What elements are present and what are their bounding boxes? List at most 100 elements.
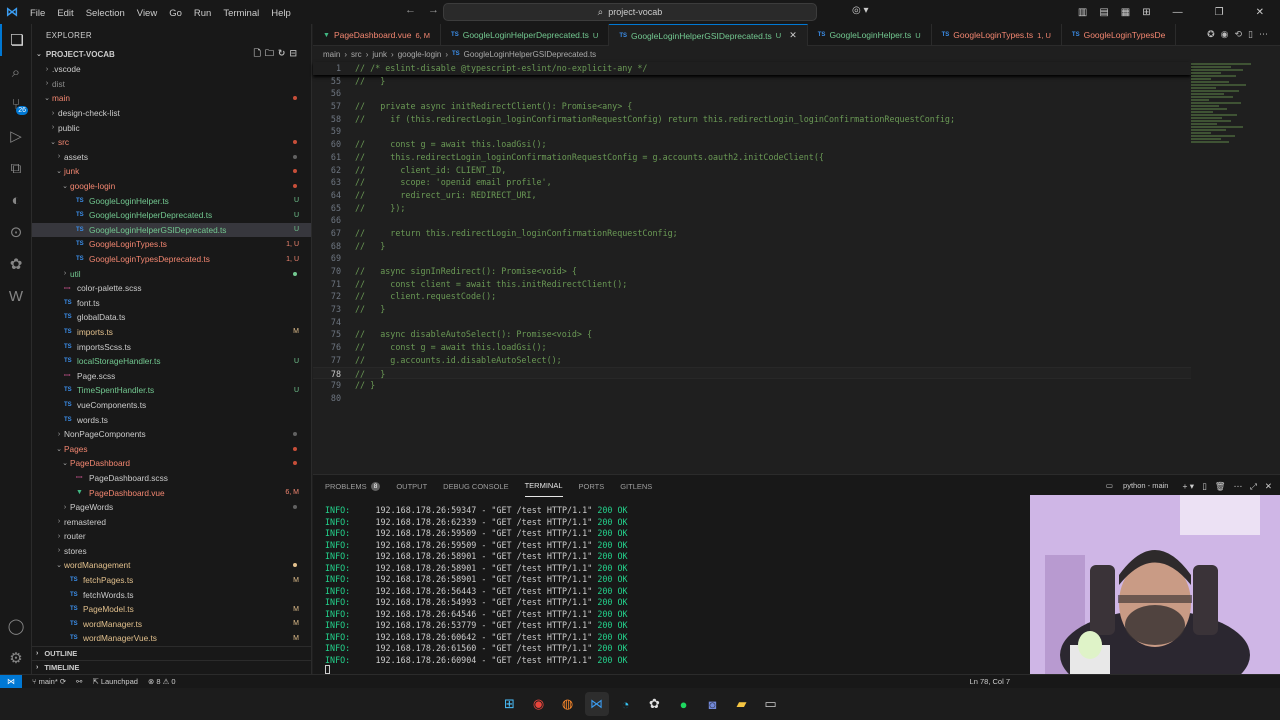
spotify-icon[interactable]: ●	[672, 692, 696, 716]
editor-tab[interactable]: TS GoogleLoginHelper.ts U	[808, 24, 932, 46]
launchpad-item[interactable]: ⇱ Launchpad	[92, 677, 138, 686]
code-line[interactable]: 80	[313, 392, 1191, 405]
breadcrumb-item[interactable]: junk	[372, 50, 387, 59]
tree-folder[interactable]: › assets	[32, 150, 311, 165]
close-panel-icon[interactable]: ✕	[1265, 481, 1272, 492]
code-line[interactable]: 78 // }	[313, 366, 1191, 380]
code-line[interactable]: 64 // redirect_uri: REDIRECT_URI,	[313, 189, 1191, 202]
code-line[interactable]: 73 // }	[313, 303, 1191, 316]
tree-folder[interactable]: › util	[32, 266, 311, 281]
tree-file[interactable]: TS PageModel.ts M	[32, 602, 311, 617]
editor-tab[interactable]: TS GoogleLoginHelperDeprecated.ts U	[441, 24, 610, 46]
tree-file[interactable]: TS GoogleLoginTypesDeprecated.ts 1, U	[32, 252, 311, 267]
panel-tab-output[interactable]: OUTPUT	[396, 475, 427, 497]
tree-file[interactable]: ꟷ PageDashboard.scss	[32, 471, 311, 486]
outline-section[interactable]: › OUTLINE	[32, 646, 312, 660]
code-line[interactable]: 77 // g.accounts.id.disableAutoSelect();	[313, 354, 1191, 367]
menu-file[interactable]: File	[24, 8, 51, 19]
tree-folder[interactable]: ⌄ google-login	[32, 179, 311, 194]
code-line[interactable]: 75 // async disableAutoSelect(): Promise<…	[313, 328, 1191, 341]
code-line[interactable]: 71 // const client = await this.initRedir…	[313, 278, 1191, 291]
vscode-icon[interactable]: ⋈	[584, 692, 609, 716]
command-center-search[interactable]: ⌕ project-vocab	[443, 3, 817, 21]
code-line[interactable]: 59	[313, 125, 1191, 138]
explorer-icon[interactable]: ❏	[0, 24, 32, 56]
tree-folder[interactable]: ⌄ PageDashboard	[32, 456, 311, 471]
tree-folder[interactable]: › NonPageComponents	[32, 427, 311, 442]
account-icon[interactable]: ◯	[0, 610, 32, 642]
copilot-icon[interactable]: ◎ ▾	[852, 5, 869, 16]
code-line[interactable]: 57 // private async initRedirectClient():…	[313, 100, 1191, 113]
menu-help[interactable]: Help	[265, 8, 297, 19]
toggle-sidebar-icon[interactable]: ▥	[1072, 7, 1093, 18]
tree-folder[interactable]: › dist	[32, 77, 311, 92]
tree-file[interactable]: TS vueComponents.ts	[32, 398, 311, 413]
menu-go[interactable]: Go	[163, 8, 188, 19]
tree-file[interactable]: TS wordManagerVue.ts M	[32, 631, 311, 646]
code-editor[interactable]: 1 // /* eslint-disable @typescript-eslin…	[313, 62, 1191, 474]
tree-folder[interactable]: › design-check-list	[32, 106, 311, 121]
tree-folder[interactable]: ⌄ Pages	[32, 441, 311, 456]
terminal-icon[interactable]: ▭	[759, 692, 783, 716]
forward-arrow-icon[interactable]: →	[428, 4, 439, 16]
code-line[interactable]: 61 // this.redirectLogin_loginConfirmatio…	[313, 151, 1191, 164]
run-debug-icon[interactable]: ▷	[0, 120, 32, 152]
tree-file[interactable]: TS localStorageHandler.ts U	[32, 354, 311, 369]
panel-tab-problems[interactable]: PROBLEMS 8	[325, 475, 381, 497]
menu-view[interactable]: View	[131, 8, 163, 19]
editor-tab[interactable]: TS GoogleLoginTypes.ts 1, U	[932, 24, 1062, 46]
split-terminal-icon[interactable]: ▯	[1202, 481, 1207, 492]
maximize-panel-icon[interactable]: ⤢	[1250, 481, 1257, 492]
tree-file[interactable]: TS GoogleLoginHelper.ts U	[32, 193, 311, 208]
tree-folder[interactable]: › .vscode	[32, 62, 311, 77]
branch-indicator[interactable]: ⑂ main* ⟳	[32, 677, 66, 686]
discord-icon[interactable]: ◙	[701, 692, 725, 716]
chatgpt-extension-icon[interactable]: ✿	[0, 248, 32, 280]
minimize-icon[interactable]: —	[1157, 7, 1199, 18]
code-line[interactable]: 67 // return this.redirectLogin_loginConf…	[313, 227, 1191, 240]
minimap[interactable]	[1191, 62, 1280, 474]
code-line[interactable]: 66	[313, 214, 1191, 227]
terminal-output[interactable]: INFO: 192.168.178.26:59347 - "GET /test …	[313, 505, 1033, 666]
file-explorer-icon[interactable]: ▰	[730, 692, 754, 716]
code-line[interactable]: 63 // scope: 'openid email profile',	[313, 176, 1191, 189]
tree-folder[interactable]: › router	[32, 529, 311, 544]
menu-run[interactable]: Run	[188, 8, 217, 19]
extensions-icon[interactable]: ⧉	[0, 152, 32, 184]
tree-file[interactable]: TS GoogleLoginTypes.ts 1, U	[32, 237, 311, 252]
search-view-icon[interactable]: ⌕	[0, 56, 32, 88]
back-arrow-icon[interactable]: ←	[405, 4, 416, 16]
windows-start-icon[interactable]: ⊞	[498, 692, 522, 716]
explorer-toolbar[interactable]: 🗋🗀↻⊟	[254, 46, 301, 62]
gitlens-icon[interactable]: ◐	[0, 184, 32, 216]
close-window-icon[interactable]: ✕	[1240, 7, 1280, 18]
tree-file[interactable]: TS words.ts	[32, 412, 311, 427]
manage-gear-icon[interactable]: ⚙	[0, 642, 32, 674]
panel-tab-debug-console[interactable]: DEBUG CONSOLE	[443, 475, 508, 497]
remote-indicator-icon[interactable]: ⋈	[0, 674, 22, 689]
project-root[interactable]: ⌄ PROJECT-VOCAB 🗋🗀↻⊟	[32, 46, 311, 62]
tree-folder[interactable]: › stores	[32, 544, 311, 559]
toggle-panel-icon[interactable]: ▤	[1093, 7, 1114, 18]
editor-tab[interactable]: ▼ PageDashboard.vue 6, M	[313, 24, 442, 46]
problems-indicator[interactable]: ⊗ 8 ⚠ 0	[148, 677, 176, 686]
toggle-secondary-sidebar-icon[interactable]: ▦	[1115, 7, 1136, 18]
chrome-icon[interactable]: ◉	[527, 692, 551, 716]
menu-selection[interactable]: Selection	[80, 8, 131, 19]
tree-folder[interactable]: ⌄ src	[32, 135, 311, 150]
tree-folder[interactable]: › PageWords	[32, 500, 311, 515]
tree-file[interactable]: TS GoogleLoginHelperGSIDeprecated.ts U	[32, 222, 311, 238]
tree-folder[interactable]: ⌄ junk	[32, 164, 311, 179]
chatgpt-icon[interactable]: ✿	[643, 692, 667, 716]
tree-file[interactable]: TS fetchWords.ts	[32, 587, 311, 602]
tree-folder[interactable]: ⌄ main	[32, 91, 311, 106]
tree-file[interactable]: TS imports.ts M	[32, 325, 311, 340]
editor-tab[interactable]: TS GoogleLoginHelperGSIDeprecated.ts U ✕	[609, 24, 808, 46]
tree-file[interactable]: TS font.ts	[32, 296, 311, 311]
gitlens-status-icon[interactable]: ⚯	[76, 677, 82, 686]
tree-file[interactable]: ꟷ color-palette.scss	[32, 281, 311, 296]
code-line[interactable]: 65 // });	[313, 202, 1191, 215]
panel-tab-ports[interactable]: PORTS	[579, 475, 605, 497]
tree-file[interactable]: TS TimeSpentHandler.ts U	[32, 383, 311, 398]
tree-file[interactable]: TS importsScss.ts	[32, 339, 311, 354]
